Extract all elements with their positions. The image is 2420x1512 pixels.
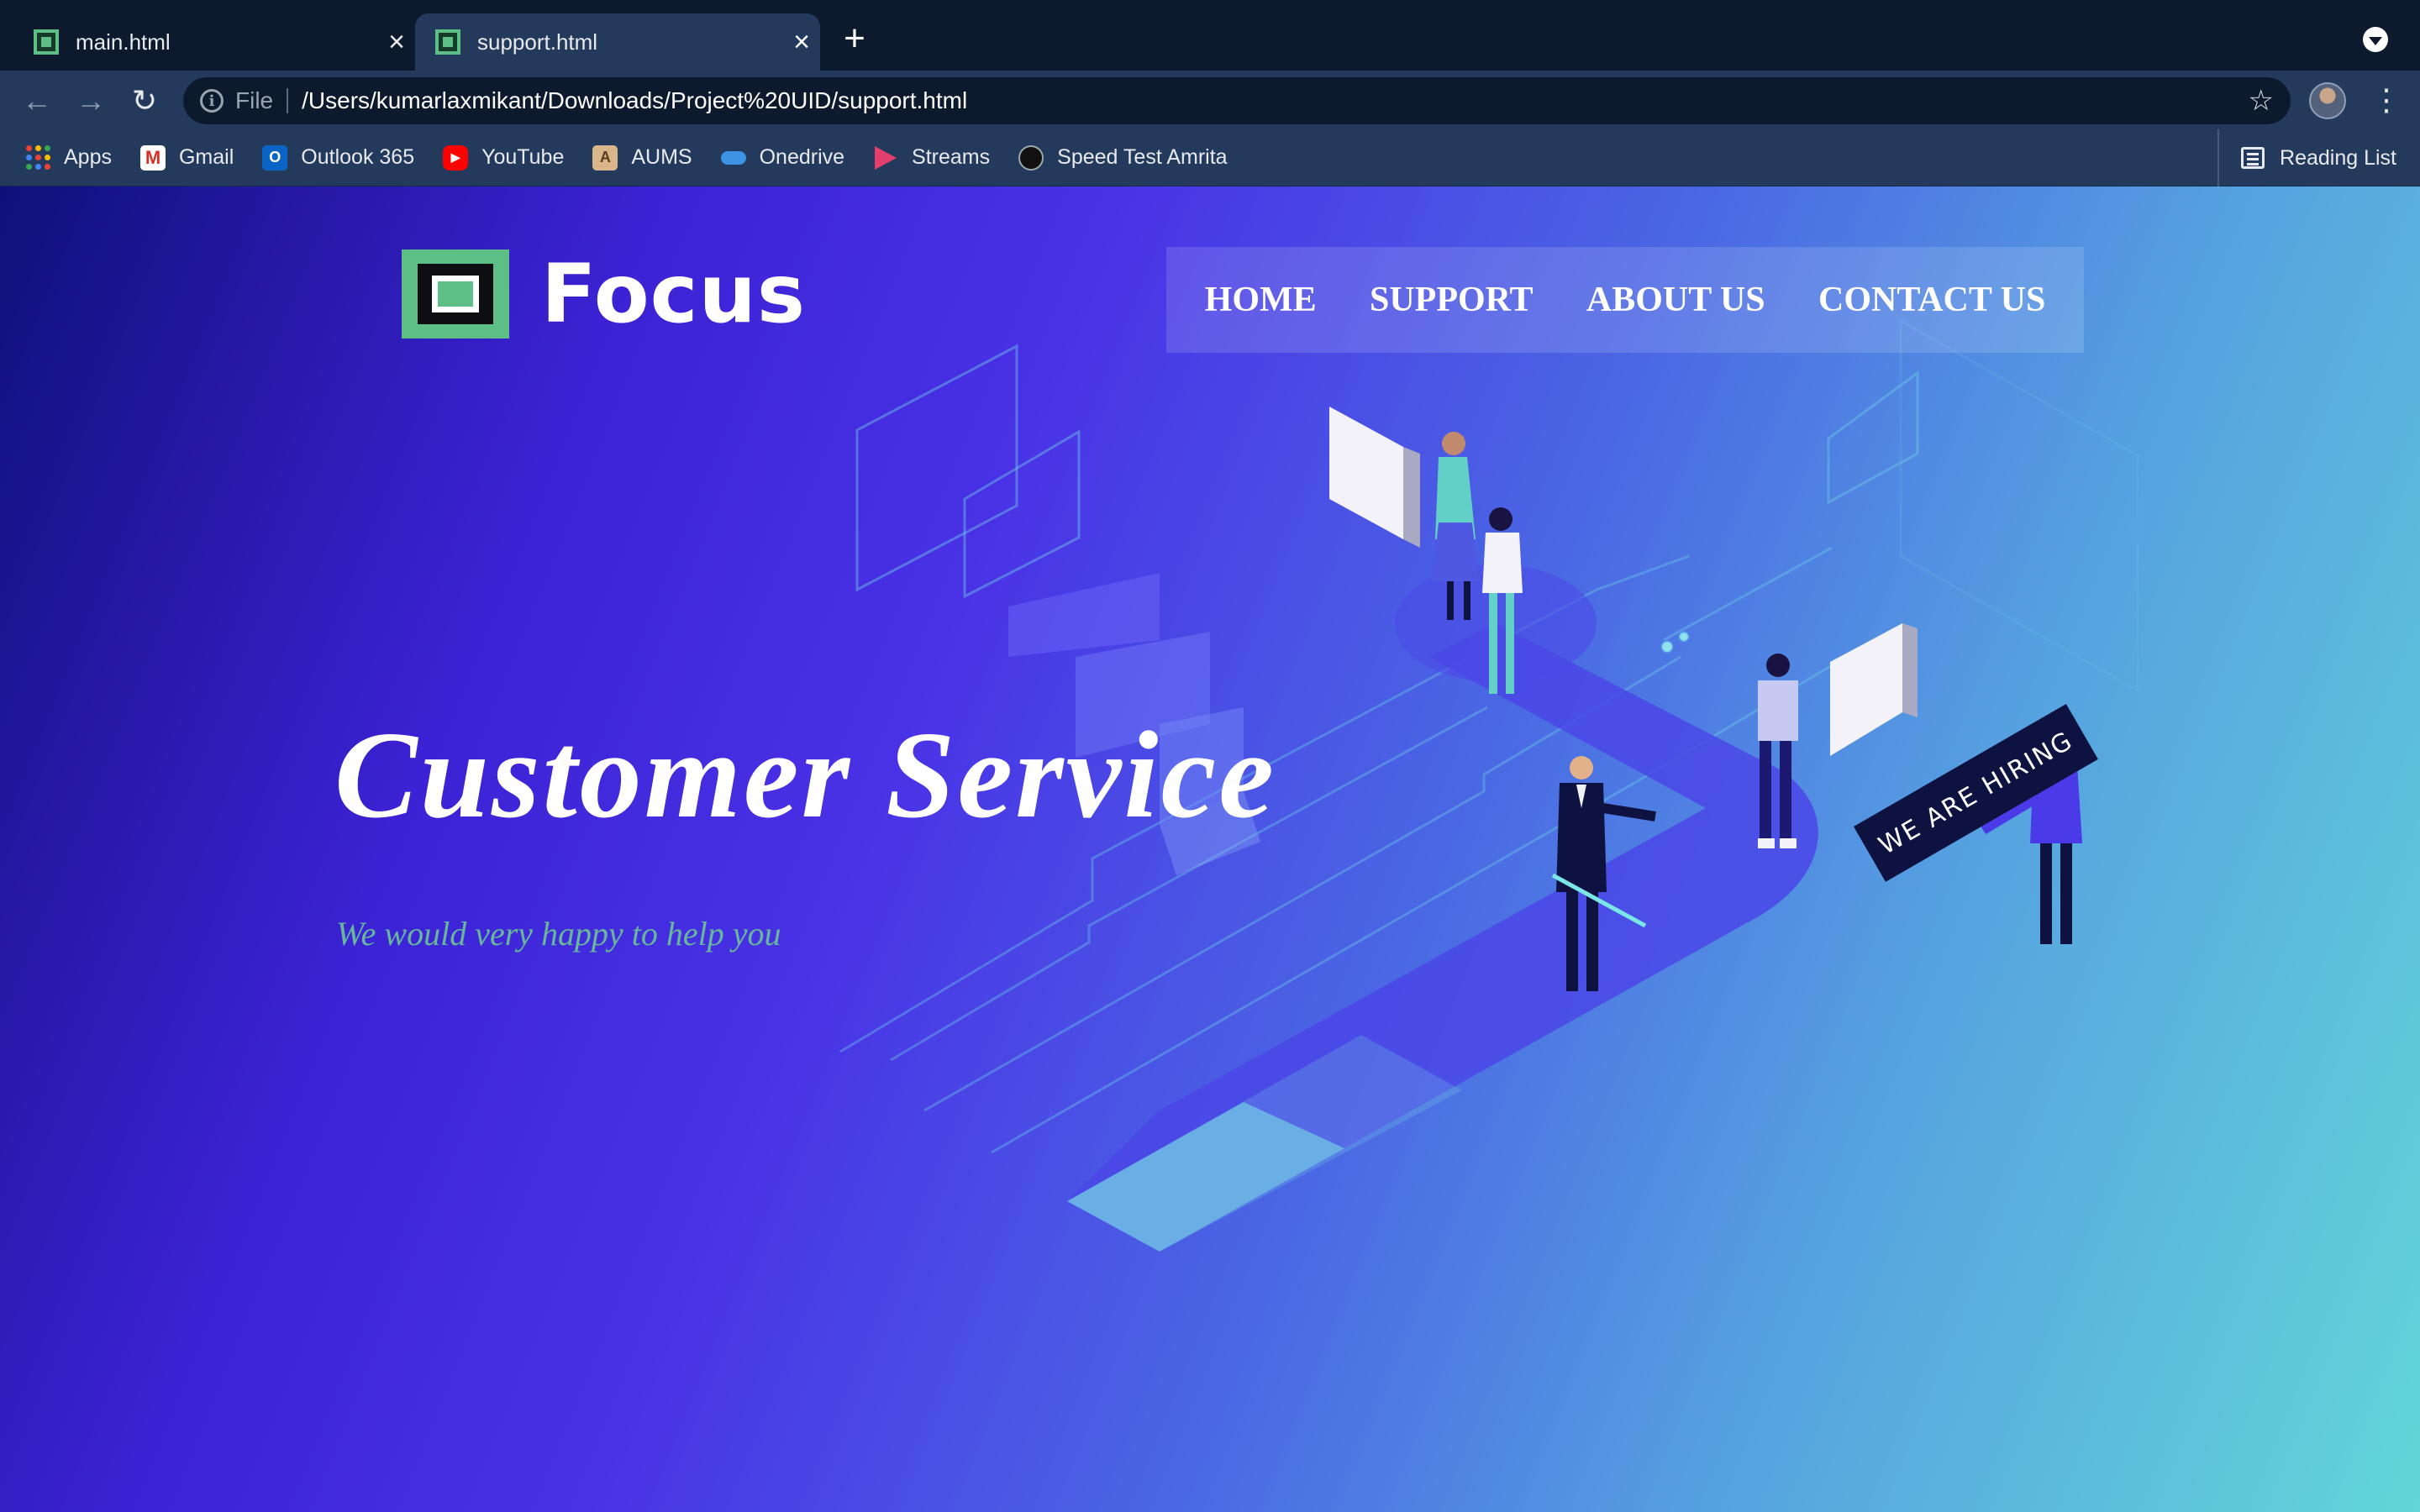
page-viewport: Focus HOME SUPPORT ABOUT US CONTACT US C… (0, 186, 2420, 1512)
tab-title: support.html (477, 29, 598, 55)
main-nav: HOME SUPPORT ABOUT US CONTACT US (1166, 247, 2084, 353)
reading-list-button[interactable]: Reading List (2217, 129, 2396, 186)
outlook-icon: O (262, 144, 288, 171)
forward-button[interactable]: → (72, 82, 109, 119)
bookmark-label: YouTube (481, 145, 565, 169)
bookmark-label: Speed Test Amrita (1057, 145, 1228, 169)
bookmark-streams[interactable]: Streams (873, 145, 990, 171)
nav-contact-us[interactable]: CONTACT US (1818, 280, 2045, 320)
bookmark-onedrive[interactable]: Onedrive (720, 145, 845, 171)
bookmark-label: Onedrive (759, 145, 845, 169)
reload-button[interactable]: ↻ (126, 82, 163, 119)
nav-home[interactable]: HOME (1205, 280, 1317, 320)
bookmark-outlook[interactable]: O Outlook 365 (262, 144, 415, 171)
profile-avatar[interactable] (2309, 82, 2346, 119)
bookmark-star-icon[interactable]: ☆ (2249, 84, 2274, 118)
nav-support[interactable]: SUPPORT (1370, 280, 1534, 320)
hero-illustration (839, 318, 2139, 1252)
tab-strip: main.html × support.html × + (0, 0, 2420, 71)
bookmark-aums[interactable]: A AUMS (592, 144, 692, 171)
bookmark-youtube[interactable]: ▶ YouTube (443, 144, 565, 171)
bookmark-apps[interactable]: Apps (25, 144, 112, 171)
address-bar[interactable]: i File /Users/kumarlaxmikant/Downloads/P… (183, 77, 2291, 124)
nav-about-us[interactable]: ABOUT US (1586, 280, 1765, 320)
streams-icon (873, 145, 898, 171)
brand-logo[interactable]: Focus (402, 247, 806, 341)
page-favicon-icon (435, 29, 460, 55)
gmail-icon: M (139, 144, 166, 171)
tab-title: main.html (76, 29, 171, 55)
bookmark-label: Outlook 365 (301, 145, 415, 169)
browser-menu-icon[interactable]: ⋮ (2371, 79, 2402, 121)
bookmark-speed-test[interactable]: Speed Test Amrita (1018, 144, 1228, 171)
bookmark-label: Streams (912, 145, 991, 169)
reading-list-icon (2241, 147, 2265, 169)
youtube-icon: ▶ (443, 144, 469, 171)
hero-title: Customer Service (334, 706, 1276, 844)
onedrive-icon (720, 145, 746, 171)
url-scheme-label: File (235, 88, 289, 113)
focus-logo-icon (402, 249, 509, 339)
bookmark-gmail[interactable]: M Gmail (139, 144, 234, 171)
close-tab-icon[interactable]: × (786, 26, 817, 58)
aums-icon: A (592, 144, 618, 171)
tab-search-icon[interactable] (2363, 27, 2388, 52)
page-favicon-icon (34, 29, 59, 55)
bookmark-label: Gmail (178, 145, 234, 169)
new-tab-button[interactable]: + (836, 20, 873, 59)
url-text[interactable]: /Users/kumarlaxmikant/Downloads/Project%… (302, 87, 2248, 114)
close-tab-icon[interactable]: × (381, 26, 412, 58)
speedtest-icon (1018, 144, 1044, 171)
apps-grid-icon (25, 144, 50, 171)
bookmarks-bar: Apps M Gmail O Outlook 365 ▶ YouTube A A… (0, 129, 2420, 186)
tab-main-html[interactable]: main.html × (34, 13, 412, 71)
hero-subtitle: We would very happy to help you (336, 915, 781, 953)
bookmark-label: AUMS (631, 145, 692, 169)
reading-list-label: Reading List (2280, 145, 2396, 170)
browser-toolbar: ← → ↻ i File /Users/kumarlaxmikant/Downl… (0, 71, 2420, 129)
tab-support-html[interactable]: support.html × (415, 13, 820, 71)
brand-name: Focus (541, 247, 807, 341)
bookmark-label: Apps (64, 145, 112, 169)
site-info-icon[interactable]: i (200, 89, 224, 113)
back-button[interactable]: ← (18, 82, 55, 119)
